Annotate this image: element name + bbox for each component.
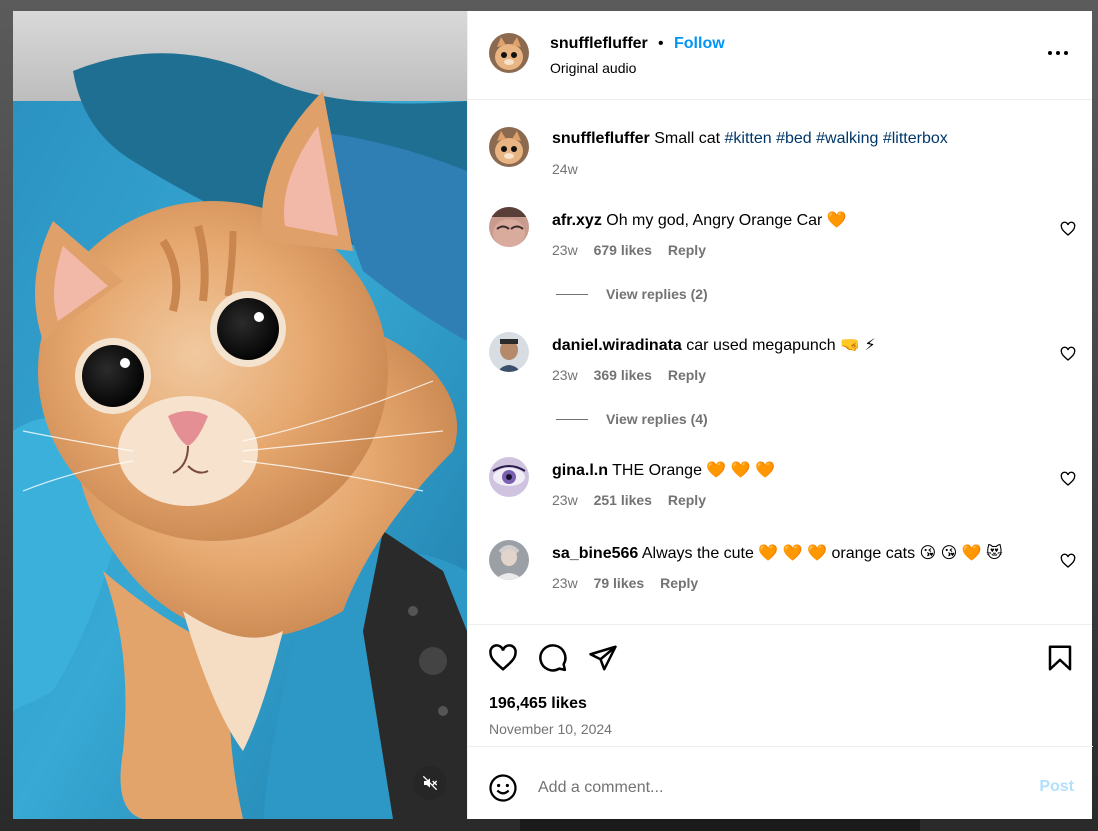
comment-meta: 23w 251 likes Reply <box>552 492 718 508</box>
audio-label[interactable]: Original audio <box>550 60 636 76</box>
comment-meta: 23w 679 likes Reply <box>552 242 718 258</box>
view-replies-button[interactable]: View replies (2) <box>556 286 708 302</box>
hashtag-walking[interactable]: #walking <box>816 130 878 147</box>
background-strip <box>520 818 920 831</box>
share-button[interactable] <box>588 643 618 673</box>
post-modal: snufflefluffer • Follow Original audio s… <box>13 11 1093 819</box>
caption-username[interactable]: snufflefluffer <box>552 130 650 147</box>
comment-username[interactable]: afr.xyz <box>552 212 602 229</box>
caption-body: Small cat <box>654 130 721 147</box>
comment-likes[interactable]: 79 likes <box>594 575 645 591</box>
emoji-icon <box>489 774 517 802</box>
post-button[interactable]: Post <box>1039 778 1074 796</box>
author-username[interactable]: snufflefluffer <box>550 35 648 53</box>
heart-icon <box>489 644 517 671</box>
comment-time[interactable]: 23w <box>552 575 578 591</box>
comment-meta: 23w 369 likes Reply <box>552 367 718 383</box>
heart-icon <box>1060 471 1076 486</box>
comment-emoji: 🤜 ⚡ <box>840 337 876 354</box>
comment-body: car used megapunch <box>686 337 836 354</box>
commenter-avatar[interactable] <box>489 332 529 372</box>
likes-count[interactable]: 196,465 likes <box>489 695 587 713</box>
reply-button[interactable]: Reply <box>668 492 706 508</box>
replies-divider <box>556 293 588 295</box>
comments-list[interactable]: snufflefluffer Small cat #kitten #bed #w… <box>468 100 1092 624</box>
comment-emoji: 🧡 🧡 🧡 <box>758 545 828 562</box>
bookmark-icon <box>1048 645 1072 671</box>
reply-button[interactable]: Reply <box>668 242 706 258</box>
caption-text: snufflefluffer Small cat #kitten #bed #w… <box>552 130 948 148</box>
comment-like-button[interactable] <box>1060 221 1076 237</box>
commenter-avatar[interactable] <box>489 540 529 580</box>
commenter-avatar[interactable] <box>489 207 529 247</box>
hashtag-bed[interactable]: #bed <box>776 130 812 147</box>
emoji-button[interactable] <box>488 773 518 803</box>
comment-time[interactable]: 23w <box>552 492 578 508</box>
comment-username[interactable]: gina.l.n <box>552 462 608 479</box>
post-date[interactable]: November 10, 2024 <box>489 721 612 737</box>
comment-text: afr.xyz Oh my god, Angry Orange Car 🧡 <box>552 210 847 230</box>
post-media[interactable] <box>13 11 467 819</box>
more-horizontal-icon <box>1048 51 1068 55</box>
save-button[interactable] <box>1045 643 1075 673</box>
comment-username[interactable]: daniel.wiradinata <box>552 337 682 354</box>
author-avatar[interactable] <box>489 33 529 73</box>
comment-emoji: 🧡 <box>826 212 847 229</box>
share-icon <box>589 645 617 671</box>
mute-button[interactable] <box>413 766 447 800</box>
caption-avatar[interactable] <box>489 127 529 167</box>
comment-like-button[interactable] <box>1060 346 1076 362</box>
separator-dot: • <box>658 35 664 52</box>
comment-text: gina.l.n THE Orange 🧡 🧡 🧡 <box>552 460 775 480</box>
add-comment-bar: Post <box>468 746 1093 819</box>
comment-text: sa_bine566 Always the cute 🧡 🧡 🧡 orange … <box>552 543 1003 563</box>
reply-button[interactable]: Reply <box>668 367 706 383</box>
comment-body: Always the cute <box>641 545 754 562</box>
comment-input[interactable] <box>538 773 1018 803</box>
comment-likes[interactable]: 369 likes <box>594 367 652 383</box>
hashtag-litterbox[interactable]: #litterbox <box>883 130 948 147</box>
heart-icon <box>1060 346 1076 361</box>
comment-like-button[interactable] <box>1060 471 1076 487</box>
heart-icon <box>1060 221 1076 236</box>
commenter-avatar[interactable] <box>489 457 529 497</box>
speaker-muted-icon <box>422 775 438 791</box>
caption-time[interactable]: 24w <box>552 161 578 177</box>
comment-like-button[interactable] <box>1060 553 1076 569</box>
comment-emoji: 🧡 🧡 🧡 <box>706 462 776 479</box>
view-replies-label: View replies (2) <box>606 286 708 302</box>
comment-likes[interactable]: 251 likes <box>594 492 652 508</box>
hashtag-kitten[interactable]: #kitten <box>724 130 771 147</box>
comment-time[interactable]: 23w <box>552 242 578 258</box>
more-options-button[interactable] <box>1046 43 1070 63</box>
replies-divider <box>556 418 588 420</box>
like-button[interactable] <box>488 643 518 673</box>
comment-button[interactable] <box>538 643 568 673</box>
caption-meta: 24w <box>552 161 590 177</box>
comment-body: Oh my god, Angry Orange Car <box>606 212 823 229</box>
comment-body-continued: orange cats <box>831 545 916 562</box>
post-header: snufflefluffer • Follow Original audio <box>468 11 1092 100</box>
comment-icon <box>539 644 567 672</box>
view-replies-label: View replies (4) <box>606 411 708 427</box>
reply-button[interactable]: Reply <box>660 575 698 591</box>
follow-button[interactable]: Follow <box>674 35 725 53</box>
view-replies-button[interactable]: View replies (4) <box>556 411 708 427</box>
comment-meta: 23w 79 likes Reply <box>552 575 710 591</box>
comment-text: daniel.wiradinata car used megapunch 🤜 ⚡ <box>552 335 876 355</box>
kitten-photo <box>13 11 467 819</box>
comment-body: THE Orange <box>612 462 702 479</box>
comment-likes[interactable]: 679 likes <box>594 242 652 258</box>
heart-icon <box>1060 553 1076 568</box>
comment-username[interactable]: sa_bine566 <box>552 545 638 562</box>
comment-emoji-end: 😘 😘 🧡 😻 <box>919 545 1003 562</box>
post-details-panel: snufflefluffer • Follow Original audio s… <box>467 11 1093 819</box>
comment-time[interactable]: 23w <box>552 367 578 383</box>
